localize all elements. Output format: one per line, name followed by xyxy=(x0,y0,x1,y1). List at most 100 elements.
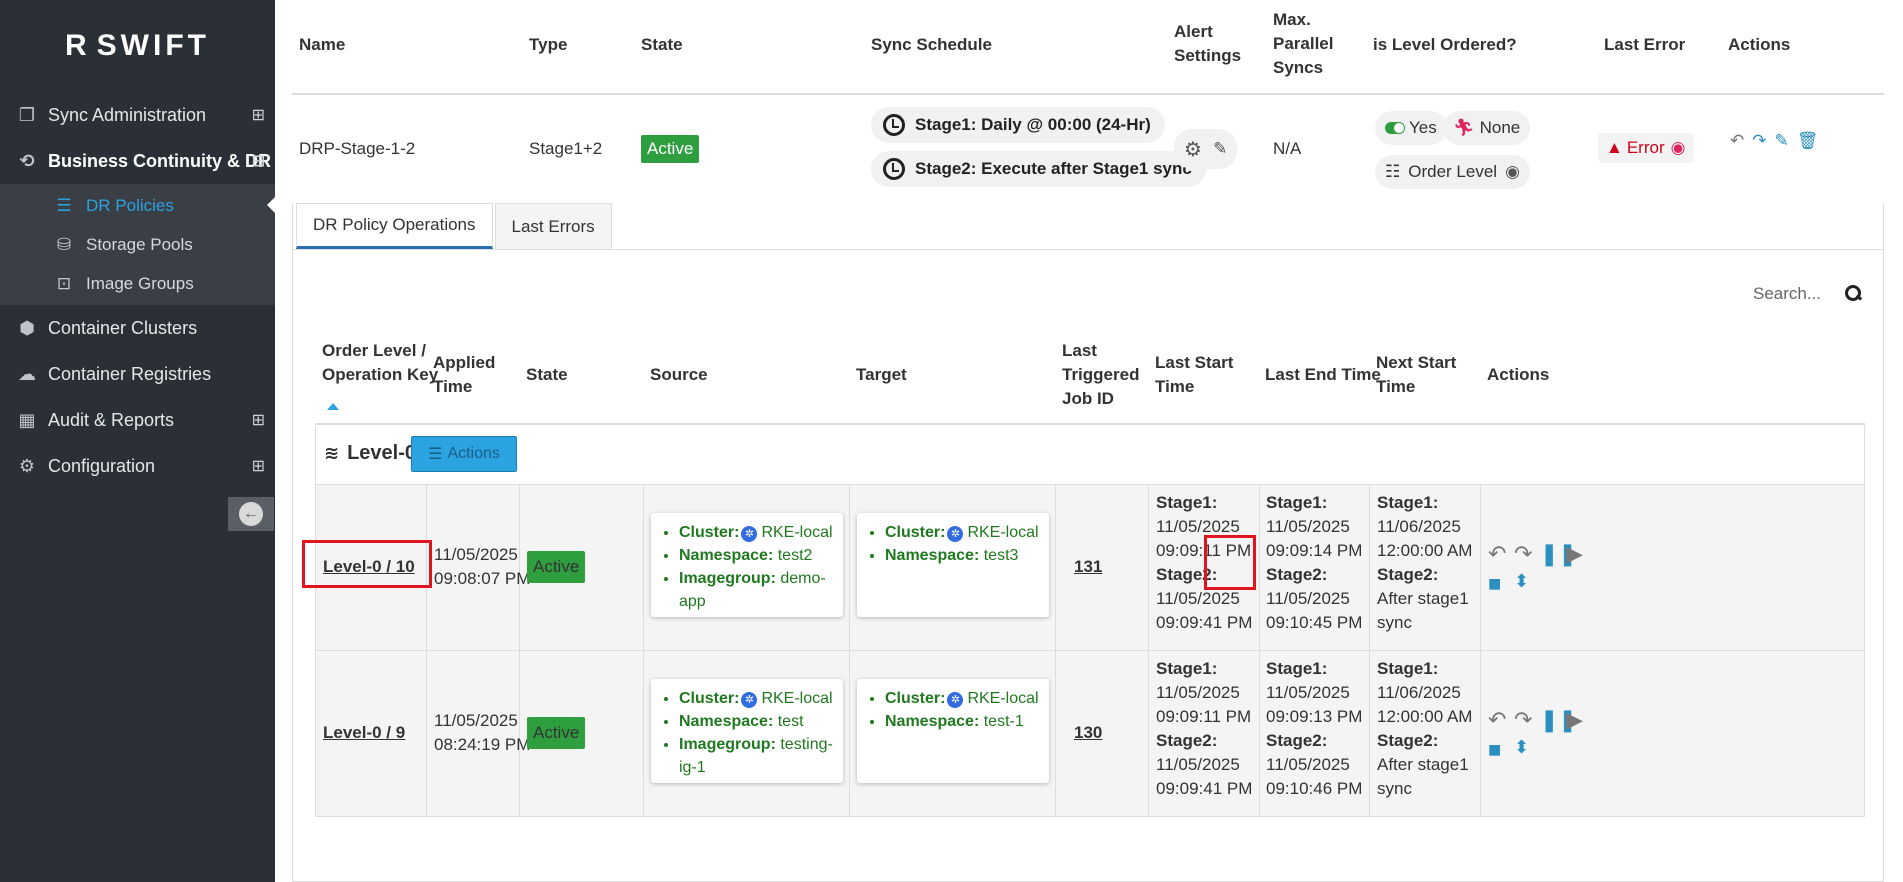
redo-icon[interactable]: ↷ xyxy=(1514,707,1540,733)
col-last-triggered-job[interactable]: Last Triggered Job ID xyxy=(1062,339,1139,411)
last-end-time: Stage1: 11/05/2025 09:09:13 PM Stage2: 1… xyxy=(1266,657,1362,801)
gear-icon[interactable]: ⚙ xyxy=(1184,137,1202,162)
table-row[interactable]: Level-0 / 10 11/05/2025 09:08:07 PM Acti… xyxy=(315,485,1865,651)
pencil-icon[interactable]: ✎ xyxy=(1213,139,1227,159)
sidebar-item-label: Configuration xyxy=(48,455,156,476)
undo-icon[interactable]: ↶ xyxy=(1488,707,1514,733)
undo-icon[interactable]: ↶ xyxy=(1730,131,1744,151)
sidebar-item-configuration[interactable]: ⚙ Configuration ⊞ xyxy=(0,443,275,489)
search-icon[interactable] xyxy=(1845,285,1863,303)
col-last-end-time[interactable]: Last End Time xyxy=(1265,363,1381,387)
sidebar-item-image-groups[interactable]: ⊡ Image Groups xyxy=(0,264,275,303)
col-sync-schedule[interactable]: Sync Schedule xyxy=(871,33,992,57)
last-error-text: Error xyxy=(1626,138,1665,157)
col-target[interactable]: Target xyxy=(856,363,907,387)
pause-icon[interactable]: ❚❚ xyxy=(1540,707,1577,733)
col-state[interactable]: State xyxy=(641,33,683,57)
col-state[interactable]: State xyxy=(526,363,568,387)
next-start-time: Stage1: 11/06/2025 12:00:00 AM Stage2: A… xyxy=(1377,491,1472,635)
col-alert-settings[interactable]: Alert Settings xyxy=(1174,20,1241,68)
sidebar-collapse-button[interactable]: ← xyxy=(228,497,274,531)
job-id-link[interactable]: 130 xyxy=(1074,721,1102,745)
search-box[interactable]: Search... xyxy=(1753,279,1863,309)
play-icon[interactable]: ▶ xyxy=(1566,707,1592,733)
redo-icon[interactable]: ↷ xyxy=(1514,541,1540,567)
stage2-time: 09:09:41 PM xyxy=(1156,779,1253,798)
logo-text: SWIFT xyxy=(96,29,210,62)
col-source[interactable]: Source xyxy=(650,363,708,387)
sort-icon[interactable]: ⬍ xyxy=(1514,737,1540,763)
stage1-date: 11/05/2025 xyxy=(1156,683,1240,702)
play-icon[interactable]: ▶ xyxy=(1566,541,1592,567)
redo-icon[interactable]: ↷ xyxy=(1752,131,1766,151)
col-alert-line2: Settings xyxy=(1174,46,1242,65)
tab-last-errors[interactable]: Last Errors xyxy=(494,203,612,249)
collapse-icon[interactable]: ⊟ xyxy=(252,151,265,171)
applied-clock: 09:08:07 PM xyxy=(434,569,531,588)
toggle-icon xyxy=(1385,122,1405,134)
app-logo[interactable]: R SWIFT xyxy=(0,0,275,92)
col-key-line1: Order Level / xyxy=(322,341,426,360)
none-pill: 🏃︎ None xyxy=(1443,111,1531,145)
col-name[interactable]: Name xyxy=(299,33,345,57)
eye-icon[interactable]: ◉ xyxy=(1505,162,1520,182)
col-next-start-time[interactable]: Next Start Time xyxy=(1376,351,1456,399)
order-level-pill[interactable]: ☷ Order Level ◉ xyxy=(1375,155,1530,189)
policy-table-header: Name Type State Sync Schedule Alert Sett… xyxy=(292,0,1884,95)
sidebar-item-dr-policies[interactable]: ☰ DR Policies xyxy=(0,186,275,225)
source-card: Cluster:✲RKE-local Namespace: test Image… xyxy=(651,679,843,783)
expand-icon[interactable]: ⊞ xyxy=(252,105,265,125)
stop-icon[interactable]: ■ xyxy=(1488,737,1514,763)
expand-icon[interactable]: ⊞ xyxy=(252,456,265,476)
eye-icon[interactable]: ◉ xyxy=(1671,138,1686,158)
sidebar-item-storage-pools[interactable]: ⛁ Storage Pools xyxy=(0,225,275,264)
undo-icon[interactable]: ↶ xyxy=(1488,541,1514,567)
sidebar-item-label: Image Groups xyxy=(86,273,194,293)
stage1-label: Stage1: xyxy=(1156,493,1218,512)
expand-icon[interactable]: ⊞ xyxy=(252,410,265,430)
col-level-ordered[interactable]: is Level Ordered? xyxy=(1373,33,1517,57)
tab-dr-policy-operations[interactable]: DR Policy Operations xyxy=(296,203,493,249)
sort-icon[interactable]: ⬍ xyxy=(1514,571,1540,597)
col-last-start-time[interactable]: Last Start Time xyxy=(1155,351,1233,399)
trash-icon[interactable]: 🗑︎ xyxy=(1797,131,1819,151)
status-badge: Active xyxy=(527,551,586,583)
col-actions: Actions xyxy=(1487,365,1550,384)
stage2-time: 09:09:41 PM xyxy=(1156,613,1253,632)
policy-row[interactable]: DRP-Stage-1-2 Stage1+2 Active Stage1: Da… xyxy=(292,97,1884,201)
image-group-icon: ⊡ xyxy=(56,273,72,293)
col-order-level-key[interactable]: Order Level / Operation Key xyxy=(322,339,438,387)
namespace-value: test2 xyxy=(777,547,813,564)
namespace-label: Namespace: xyxy=(885,713,980,730)
imagegroup-label: Imagegroup: xyxy=(679,736,776,753)
namespace-label: Namespace: xyxy=(679,713,774,730)
level-actions-button[interactable]: ☰ Actions xyxy=(411,436,517,472)
table-row[interactable]: Level-0 / 9 11/05/2025 08:24:19 PM Activ… xyxy=(315,651,1865,817)
col-applied-time[interactable]: Applied Time xyxy=(433,351,495,399)
search-placeholder[interactable]: Search... xyxy=(1753,284,1845,304)
sidebar-item-label: Storage Pools xyxy=(86,234,193,254)
next-start-time: Stage1: 11/06/2025 12:00:00 AM Stage2: A… xyxy=(1377,657,1472,801)
sidebar-item-container-registries[interactable]: ☁ Container Registries xyxy=(0,351,275,397)
pause-icon[interactable]: ❚❚ xyxy=(1540,541,1577,567)
sort-ascending-icon[interactable] xyxy=(327,403,339,410)
job-id-link[interactable]: 131 xyxy=(1074,555,1102,579)
sidebar-item-audit-reports[interactable]: ▦ Audit & Reports ⊞ xyxy=(0,397,275,443)
operation-key-link[interactable]: Level-0 / 9 xyxy=(323,721,405,745)
col-last-error[interactable]: Last Error xyxy=(1604,33,1685,57)
sidebar-item-container-clusters[interactable]: ⬢ Container Clusters xyxy=(0,305,275,351)
col-type[interactable]: Type xyxy=(529,33,567,57)
edit-icon[interactable]: ✎ xyxy=(1775,131,1789,151)
stop-icon[interactable]: ■ xyxy=(1488,571,1514,597)
sidebar-item-business-continuity[interactable]: ⟲ Business Continuity & DR ⊟ xyxy=(0,138,275,184)
source-card: Cluster:✲RKE-local Namespace: test2 Imag… xyxy=(651,513,843,617)
sidebar-item-sync-administration[interactable]: ❐ Sync Administration ⊞ xyxy=(0,92,275,138)
col-max-parallel[interactable]: Max. Parallel Syncs xyxy=(1273,8,1334,80)
cluster-value: RKE-local xyxy=(761,524,833,541)
level-ordered-toggle[interactable]: Yes xyxy=(1375,111,1447,145)
stage2-label: Stage2: xyxy=(1266,565,1328,584)
operations-table-header: Order Level / Operation Key Applied Time… xyxy=(315,315,1865,425)
last-error-badge[interactable]: ▲ Error ◉ xyxy=(1598,133,1694,163)
cluster-label: Cluster: xyxy=(679,690,740,707)
last-start-time: Stage1: 11/05/2025 09:09:11 PM Stage2: 1… xyxy=(1156,657,1252,801)
